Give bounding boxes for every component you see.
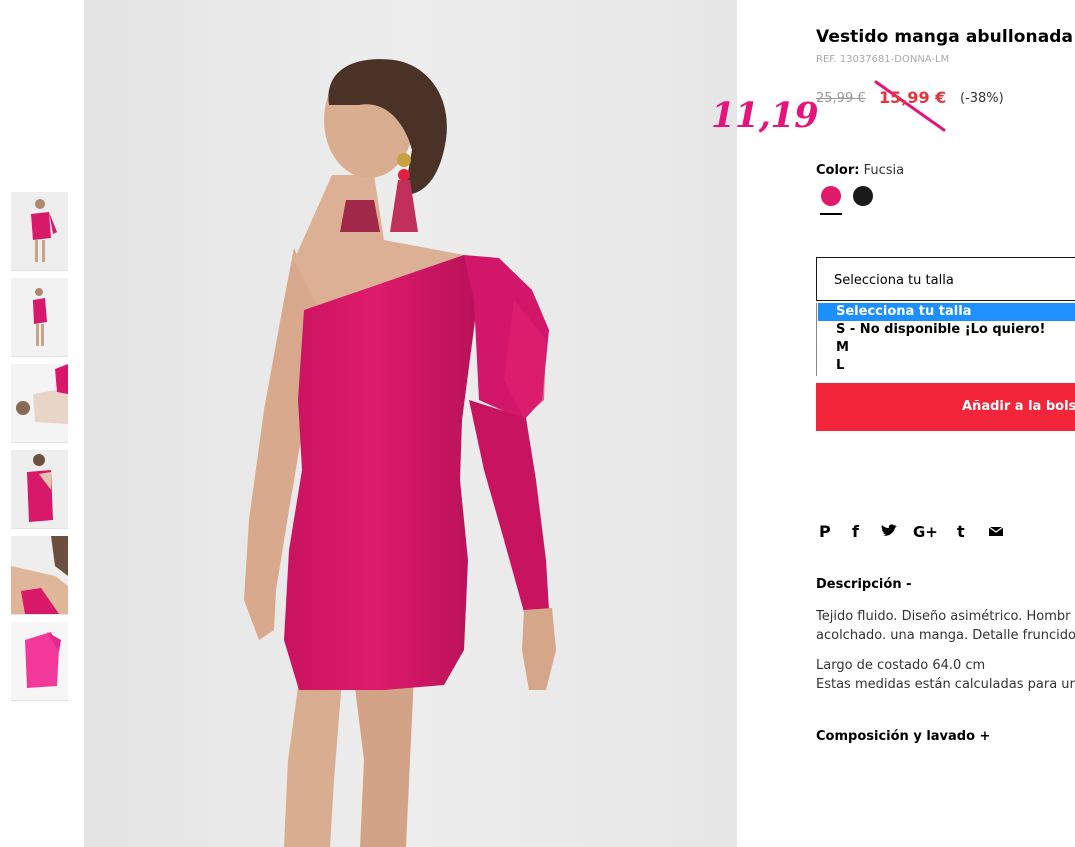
svg-text:t: t xyxy=(957,522,965,541)
description-heading[interactable]: Descripción - xyxy=(816,577,912,592)
add-to-bag-button[interactable]: Añadir a la bolsa xyxy=(816,383,1075,431)
color-label: Color: xyxy=(816,163,860,178)
description-text: Estas medidas están calculadas para ur xyxy=(816,677,1075,692)
facebook-icon[interactable]: f xyxy=(846,520,868,542)
discount-badge: (-38%) xyxy=(960,91,1004,106)
product-image xyxy=(84,0,737,847)
email-icon[interactable] xyxy=(985,520,1007,542)
thumbnail-4[interactable] xyxy=(11,450,68,529)
size-option[interactable]: M xyxy=(818,339,1075,357)
description-text: acolchado. una manga. Detalle fruncido xyxy=(816,628,1075,643)
product-info-panel: Vestido manga abullonada REF. 13037681-D… xyxy=(816,0,1075,847)
size-select-value: Selecciona tu talla xyxy=(834,273,954,288)
thumbnail-6[interactable] xyxy=(11,622,68,701)
size-option[interactable]: L xyxy=(818,357,1075,375)
svg-text:f: f xyxy=(852,522,860,541)
size-dropdown-list: Selecciona tu talla S - No disponible ¡L… xyxy=(816,303,1075,376)
thumbnail-5[interactable] xyxy=(11,536,68,615)
pinterest-icon[interactable]: P xyxy=(816,520,838,542)
description-text: Largo de costado 64.0 cm xyxy=(816,658,986,673)
thumbnail-3[interactable] xyxy=(11,364,68,443)
old-price: 25,99 € xyxy=(816,91,866,106)
swatch-fucsia[interactable] xyxy=(821,186,841,206)
swatch-black[interactable] xyxy=(853,186,873,206)
selected-swatch-indicator xyxy=(820,213,842,215)
google-plus-icon[interactable]: G+ xyxy=(912,520,940,542)
tumblr-icon[interactable]: t xyxy=(951,520,973,542)
product-title: Vestido manga abullonada xyxy=(816,27,1074,47)
thumbnail-2[interactable] xyxy=(11,278,68,357)
svg-text:G+: G+ xyxy=(913,523,938,541)
twitter-icon[interactable] xyxy=(878,520,900,542)
svg-text:P: P xyxy=(819,522,831,541)
thumbnail-1[interactable] xyxy=(11,192,68,271)
composition-heading[interactable]: Composición y lavado + xyxy=(816,729,990,744)
color-row: Color: Fucsia xyxy=(816,163,904,178)
description-text: Tejido fluido. Diseño asimétrico. Hombr xyxy=(816,609,1071,624)
size-option[interactable]: S - No disponible ¡Lo quiero! xyxy=(818,321,1075,339)
color-value: Fucsia xyxy=(863,163,905,178)
size-option[interactable]: Selecciona tu talla xyxy=(818,303,1075,321)
product-ref: REF. 13037681-DONNA-LM xyxy=(816,54,950,65)
size-select[interactable]: Selecciona tu talla xyxy=(816,257,1075,301)
sale-price: 15,99 € xyxy=(879,88,947,107)
handwritten-price: 11,19 xyxy=(711,95,819,136)
